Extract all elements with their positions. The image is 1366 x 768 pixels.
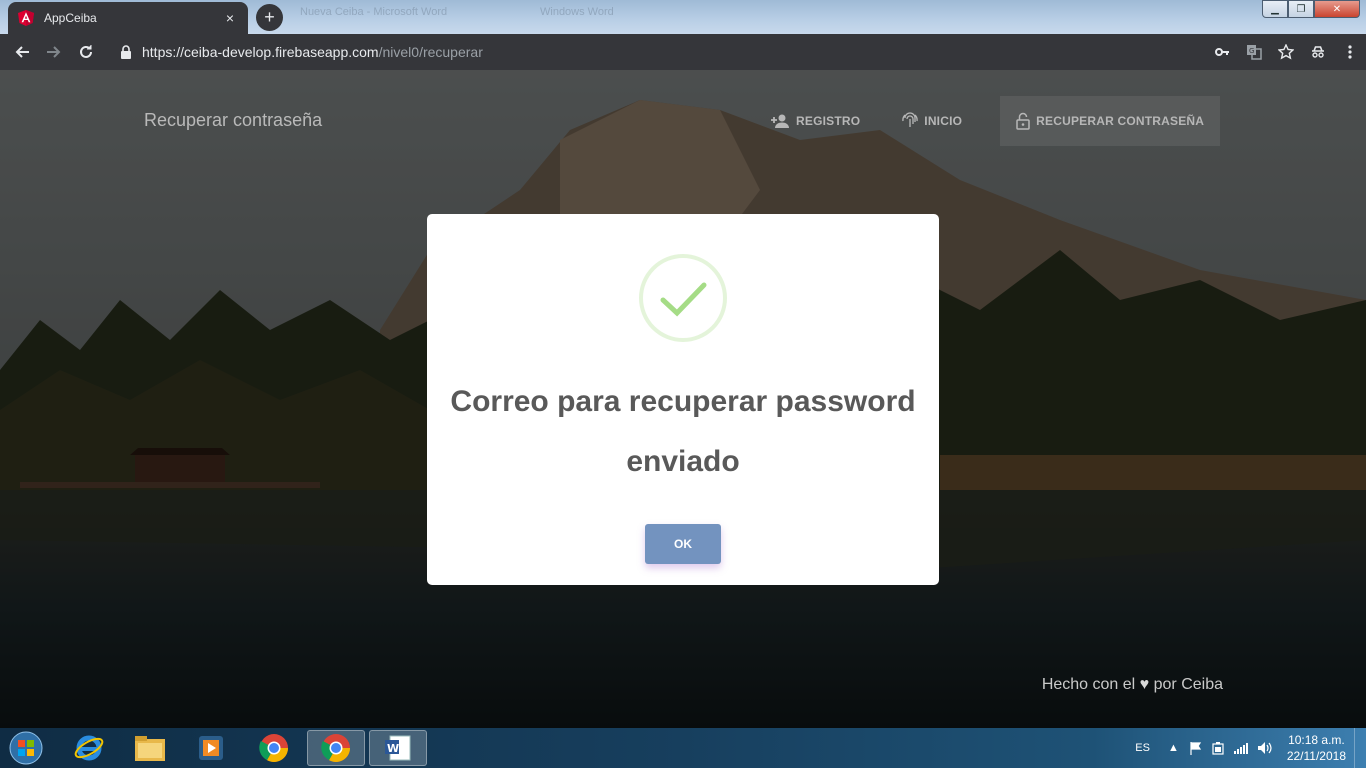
window-controls: ▁ ❐ ✕ xyxy=(1262,0,1360,18)
ok-button[interactable]: OK xyxy=(645,524,721,564)
browser-toolbar: https://ceiba-develop.firebaseapp.com/ni… xyxy=(0,34,1366,70)
address-bar[interactable]: https://ceiba-develop.firebaseapp.com/ni… xyxy=(110,38,1290,66)
angular-icon xyxy=(18,10,34,26)
tab-title: AppCeiba xyxy=(44,11,97,25)
key-icon xyxy=(1215,48,1229,56)
svg-text:W: W xyxy=(387,742,399,755)
media-player-icon xyxy=(199,736,223,760)
taskbar-ie[interactable] xyxy=(60,730,118,766)
toolbar-actions: G xyxy=(1206,36,1366,68)
heart-icon: ♥ xyxy=(1139,676,1150,693)
tab-close-icon[interactable]: × xyxy=(222,10,238,26)
incognito-icon xyxy=(1312,46,1324,58)
main-nav: REGISTRO INICIO RECUPERAR CONTRASEÑA xyxy=(760,96,1221,146)
windows-taskbar: W ES ▲ 10:18 a.m. 22/11/2018 xyxy=(0,728,1366,768)
back-button[interactable] xyxy=(6,36,38,68)
taskbar-chrome[interactable] xyxy=(245,730,303,766)
chrome-icon xyxy=(259,734,288,762)
more-vert-icon xyxy=(1348,45,1352,59)
svg-text:G: G xyxy=(1249,47,1254,55)
url-host: https://ceiba-develop.firebaseapp.com xyxy=(142,44,379,60)
clock-date: 22/11/2018 xyxy=(1286,749,1346,763)
reload-button[interactable] xyxy=(70,36,102,68)
system-tray: ES ▲ 10:18 a.m. 22/11/2018 xyxy=(1135,728,1346,768)
dialog-title: Correo para recuperar password enviado xyxy=(450,385,916,478)
clock-time: 10:18 a.m. xyxy=(1288,733,1345,747)
new-tab-button[interactable]: + xyxy=(256,4,283,31)
incognito-button[interactable] xyxy=(1302,36,1334,68)
folder-icon xyxy=(135,736,165,761)
window-close-button[interactable]: ✕ xyxy=(1314,0,1360,18)
lock-icon xyxy=(121,45,131,59)
forward-button[interactable] xyxy=(38,36,70,68)
nav-registro[interactable]: REGISTRO xyxy=(760,96,870,146)
arrow-right-icon xyxy=(47,46,61,58)
maximize-button[interactable]: ❐ xyxy=(1288,0,1314,18)
arrow-left-icon xyxy=(15,46,29,58)
flag-icon[interactable] xyxy=(1189,741,1203,755)
minimize-button[interactable]: ▁ xyxy=(1262,0,1288,18)
taskbar-chrome-active[interactable] xyxy=(307,730,365,766)
taskbar-explorer[interactable] xyxy=(121,730,179,766)
success-check-icon xyxy=(639,254,727,342)
chrome-icon xyxy=(321,734,350,762)
volume-icon[interactable] xyxy=(1257,741,1273,755)
url-path: /nivel0/recuperar xyxy=(378,44,483,60)
translate-button[interactable]: G xyxy=(1238,36,1270,68)
footer-text-after: por Ceiba xyxy=(1153,676,1223,693)
nav-inicio[interactable]: INICIO xyxy=(892,96,972,146)
page-content: Recuperar contraseña REGISTRO INICIO REC… xyxy=(0,70,1366,728)
battery-icon[interactable] xyxy=(1211,741,1225,755)
taskbar-word[interactable]: W xyxy=(369,730,427,766)
footer-text-before: Hecho con el xyxy=(1041,676,1136,693)
menu-button[interactable] xyxy=(1334,36,1366,68)
brand-title[interactable]: Recuperar contraseña xyxy=(144,110,322,131)
language-indicator[interactable]: ES xyxy=(1135,742,1150,754)
internet-explorer-icon xyxy=(74,735,104,761)
success-dialog: Correo para recuperar password enviado O… xyxy=(427,214,939,585)
network-icon[interactable] xyxy=(1233,741,1249,755)
reload-icon xyxy=(80,45,92,58)
translate-icon: G xyxy=(1247,45,1262,60)
star-icon xyxy=(1278,44,1294,60)
taskbar-media[interactable] xyxy=(182,730,240,766)
clock[interactable]: 10:18 a.m. 22/11/2018 xyxy=(1287,732,1346,764)
nav-label: REGISTRO xyxy=(796,114,861,128)
browser-tab-strip: Nueva Ceiba - Microsoft Word Windows Wor… xyxy=(0,0,1366,34)
bookmark-button[interactable] xyxy=(1270,36,1302,68)
fingerprint-icon xyxy=(902,112,918,127)
key-button[interactable] xyxy=(1206,36,1238,68)
start-button[interactable] xyxy=(4,730,48,766)
nav-recuperar-contrasena[interactable]: RECUPERAR CONTRASEÑA xyxy=(1000,96,1221,146)
show-hidden-icons-icon[interactable]: ▲ xyxy=(1168,742,1179,754)
word-icon: W xyxy=(385,735,411,761)
person-add-icon xyxy=(771,114,789,128)
nav-label: INICIO xyxy=(924,114,963,128)
lock-open-icon xyxy=(1016,112,1030,130)
footer-credit: Hecho con el ♥ por Ceiba xyxy=(1042,676,1223,694)
show-desktop-button[interactable] xyxy=(1354,728,1366,768)
nav-label: RECUPERAR CONTRASEÑA xyxy=(1036,114,1205,128)
browser-tab[interactable]: AppCeiba × xyxy=(8,2,248,34)
windows-start-icon xyxy=(9,731,43,765)
